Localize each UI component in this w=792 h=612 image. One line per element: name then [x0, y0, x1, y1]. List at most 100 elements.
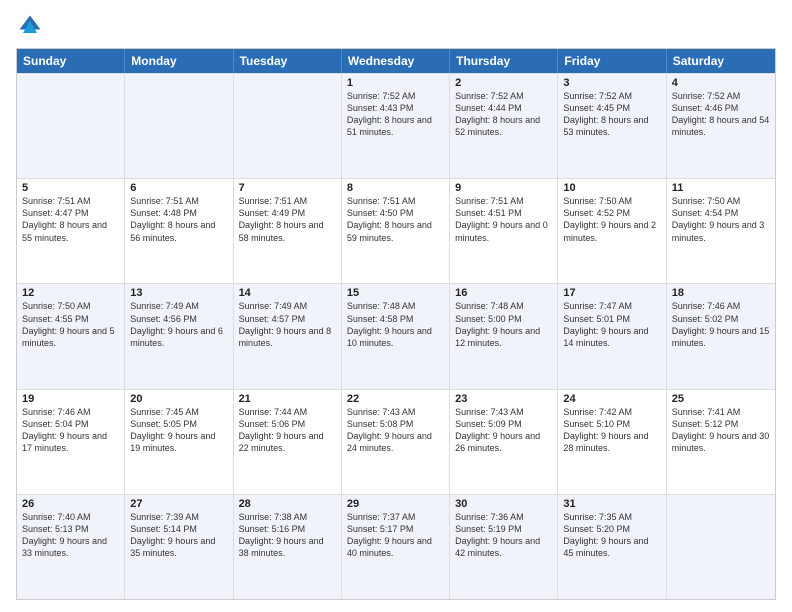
calendar-cell	[125, 74, 233, 178]
day-number: 12	[22, 287, 119, 299]
cell-sun-info: Sunrise: 7:52 AM Sunset: 4:43 PM Dayligh…	[347, 90, 444, 139]
cell-sun-info: Sunrise: 7:41 AM Sunset: 5:12 PM Dayligh…	[672, 406, 770, 455]
calendar-body: 1Sunrise: 7:52 AM Sunset: 4:43 PM Daylig…	[17, 73, 775, 599]
day-number: 26	[22, 498, 119, 510]
calendar-cell: 16Sunrise: 7:48 AM Sunset: 5:00 PM Dayli…	[450, 284, 558, 388]
calendar-cell	[17, 74, 125, 178]
calendar-cell: 26Sunrise: 7:40 AM Sunset: 5:13 PM Dayli…	[17, 495, 125, 599]
weekday-header: Saturday	[667, 49, 775, 73]
cell-sun-info: Sunrise: 7:52 AM Sunset: 4:45 PM Dayligh…	[563, 90, 660, 139]
calendar-cell: 14Sunrise: 7:49 AM Sunset: 4:57 PM Dayli…	[234, 284, 342, 388]
calendar-cell: 17Sunrise: 7:47 AM Sunset: 5:01 PM Dayli…	[558, 284, 666, 388]
calendar-cell: 8Sunrise: 7:51 AM Sunset: 4:50 PM Daylig…	[342, 179, 450, 283]
cell-sun-info: Sunrise: 7:36 AM Sunset: 5:19 PM Dayligh…	[455, 511, 552, 560]
logo	[16, 12, 48, 40]
cell-sun-info: Sunrise: 7:48 AM Sunset: 4:58 PM Dayligh…	[347, 300, 444, 349]
cell-sun-info: Sunrise: 7:51 AM Sunset: 4:48 PM Dayligh…	[130, 195, 227, 244]
calendar-cell: 25Sunrise: 7:41 AM Sunset: 5:12 PM Dayli…	[667, 390, 775, 494]
calendar-cell: 22Sunrise: 7:43 AM Sunset: 5:08 PM Dayli…	[342, 390, 450, 494]
calendar-cell	[667, 495, 775, 599]
day-number: 18	[672, 287, 770, 299]
calendar-header-row: SundayMondayTuesdayWednesdayThursdayFrid…	[17, 49, 775, 73]
cell-sun-info: Sunrise: 7:42 AM Sunset: 5:10 PM Dayligh…	[563, 406, 660, 455]
cell-sun-info: Sunrise: 7:40 AM Sunset: 5:13 PM Dayligh…	[22, 511, 119, 560]
calendar-cell: 11Sunrise: 7:50 AM Sunset: 4:54 PM Dayli…	[667, 179, 775, 283]
calendar-cell: 29Sunrise: 7:37 AM Sunset: 5:17 PM Dayli…	[342, 495, 450, 599]
cell-sun-info: Sunrise: 7:52 AM Sunset: 4:44 PM Dayligh…	[455, 90, 552, 139]
calendar-cell: 5Sunrise: 7:51 AM Sunset: 4:47 PM Daylig…	[17, 179, 125, 283]
cell-sun-info: Sunrise: 7:51 AM Sunset: 4:47 PM Dayligh…	[22, 195, 119, 244]
calendar-cell: 19Sunrise: 7:46 AM Sunset: 5:04 PM Dayli…	[17, 390, 125, 494]
calendar-row: 19Sunrise: 7:46 AM Sunset: 5:04 PM Dayli…	[17, 389, 775, 494]
calendar-cell: 9Sunrise: 7:51 AM Sunset: 4:51 PM Daylig…	[450, 179, 558, 283]
cell-sun-info: Sunrise: 7:47 AM Sunset: 5:01 PM Dayligh…	[563, 300, 660, 349]
calendar-cell: 3Sunrise: 7:52 AM Sunset: 4:45 PM Daylig…	[558, 74, 666, 178]
calendar: SundayMondayTuesdayWednesdayThursdayFrid…	[16, 48, 776, 600]
day-number: 11	[672, 182, 770, 194]
calendar-cell: 27Sunrise: 7:39 AM Sunset: 5:14 PM Dayli…	[125, 495, 233, 599]
day-number: 29	[347, 498, 444, 510]
cell-sun-info: Sunrise: 7:51 AM Sunset: 4:49 PM Dayligh…	[239, 195, 336, 244]
calendar-cell	[234, 74, 342, 178]
calendar-cell: 1Sunrise: 7:52 AM Sunset: 4:43 PM Daylig…	[342, 74, 450, 178]
calendar-cell: 31Sunrise: 7:35 AM Sunset: 5:20 PM Dayli…	[558, 495, 666, 599]
calendar-cell: 20Sunrise: 7:45 AM Sunset: 5:05 PM Dayli…	[125, 390, 233, 494]
logo-icon	[16, 12, 44, 40]
day-number: 27	[130, 498, 227, 510]
cell-sun-info: Sunrise: 7:46 AM Sunset: 5:04 PM Dayligh…	[22, 406, 119, 455]
weekday-header: Sunday	[17, 49, 125, 73]
cell-sun-info: Sunrise: 7:49 AM Sunset: 4:56 PM Dayligh…	[130, 300, 227, 349]
day-number: 2	[455, 77, 552, 89]
cell-sun-info: Sunrise: 7:50 AM Sunset: 4:52 PM Dayligh…	[563, 195, 660, 244]
calendar-cell: 23Sunrise: 7:43 AM Sunset: 5:09 PM Dayli…	[450, 390, 558, 494]
cell-sun-info: Sunrise: 7:51 AM Sunset: 4:50 PM Dayligh…	[347, 195, 444, 244]
day-number: 1	[347, 77, 444, 89]
day-number: 13	[130, 287, 227, 299]
day-number: 31	[563, 498, 660, 510]
cell-sun-info: Sunrise: 7:45 AM Sunset: 5:05 PM Dayligh…	[130, 406, 227, 455]
cell-sun-info: Sunrise: 7:43 AM Sunset: 5:08 PM Dayligh…	[347, 406, 444, 455]
calendar-cell: 12Sunrise: 7:50 AM Sunset: 4:55 PM Dayli…	[17, 284, 125, 388]
calendar-row: 1Sunrise: 7:52 AM Sunset: 4:43 PM Daylig…	[17, 73, 775, 178]
calendar-cell: 2Sunrise: 7:52 AM Sunset: 4:44 PM Daylig…	[450, 74, 558, 178]
calendar-cell: 10Sunrise: 7:50 AM Sunset: 4:52 PM Dayli…	[558, 179, 666, 283]
weekday-header: Friday	[558, 49, 666, 73]
day-number: 16	[455, 287, 552, 299]
cell-sun-info: Sunrise: 7:39 AM Sunset: 5:14 PM Dayligh…	[130, 511, 227, 560]
day-number: 5	[22, 182, 119, 194]
day-number: 25	[672, 393, 770, 405]
cell-sun-info: Sunrise: 7:44 AM Sunset: 5:06 PM Dayligh…	[239, 406, 336, 455]
day-number: 20	[130, 393, 227, 405]
day-number: 28	[239, 498, 336, 510]
cell-sun-info: Sunrise: 7:51 AM Sunset: 4:51 PM Dayligh…	[455, 195, 552, 244]
day-number: 10	[563, 182, 660, 194]
day-number: 6	[130, 182, 227, 194]
cell-sun-info: Sunrise: 7:37 AM Sunset: 5:17 PM Dayligh…	[347, 511, 444, 560]
calendar-cell: 28Sunrise: 7:38 AM Sunset: 5:16 PM Dayli…	[234, 495, 342, 599]
weekday-header: Tuesday	[234, 49, 342, 73]
day-number: 17	[563, 287, 660, 299]
cell-sun-info: Sunrise: 7:48 AM Sunset: 5:00 PM Dayligh…	[455, 300, 552, 349]
calendar-cell: 15Sunrise: 7:48 AM Sunset: 4:58 PM Dayli…	[342, 284, 450, 388]
cell-sun-info: Sunrise: 7:50 AM Sunset: 4:54 PM Dayligh…	[672, 195, 770, 244]
day-number: 8	[347, 182, 444, 194]
cell-sun-info: Sunrise: 7:38 AM Sunset: 5:16 PM Dayligh…	[239, 511, 336, 560]
calendar-cell: 4Sunrise: 7:52 AM Sunset: 4:46 PM Daylig…	[667, 74, 775, 178]
weekday-header: Wednesday	[342, 49, 450, 73]
day-number: 30	[455, 498, 552, 510]
calendar-cell: 21Sunrise: 7:44 AM Sunset: 5:06 PM Dayli…	[234, 390, 342, 494]
cell-sun-info: Sunrise: 7:43 AM Sunset: 5:09 PM Dayligh…	[455, 406, 552, 455]
cell-sun-info: Sunrise: 7:49 AM Sunset: 4:57 PM Dayligh…	[239, 300, 336, 349]
day-number: 23	[455, 393, 552, 405]
cell-sun-info: Sunrise: 7:46 AM Sunset: 5:02 PM Dayligh…	[672, 300, 770, 349]
day-number: 22	[347, 393, 444, 405]
calendar-cell: 13Sunrise: 7:49 AM Sunset: 4:56 PM Dayli…	[125, 284, 233, 388]
page: SundayMondayTuesdayWednesdayThursdayFrid…	[0, 0, 792, 612]
day-number: 3	[563, 77, 660, 89]
calendar-cell: 6Sunrise: 7:51 AM Sunset: 4:48 PM Daylig…	[125, 179, 233, 283]
calendar-row: 5Sunrise: 7:51 AM Sunset: 4:47 PM Daylig…	[17, 178, 775, 283]
header	[16, 12, 776, 40]
cell-sun-info: Sunrise: 7:50 AM Sunset: 4:55 PM Dayligh…	[22, 300, 119, 349]
cell-sun-info: Sunrise: 7:35 AM Sunset: 5:20 PM Dayligh…	[563, 511, 660, 560]
day-number: 7	[239, 182, 336, 194]
